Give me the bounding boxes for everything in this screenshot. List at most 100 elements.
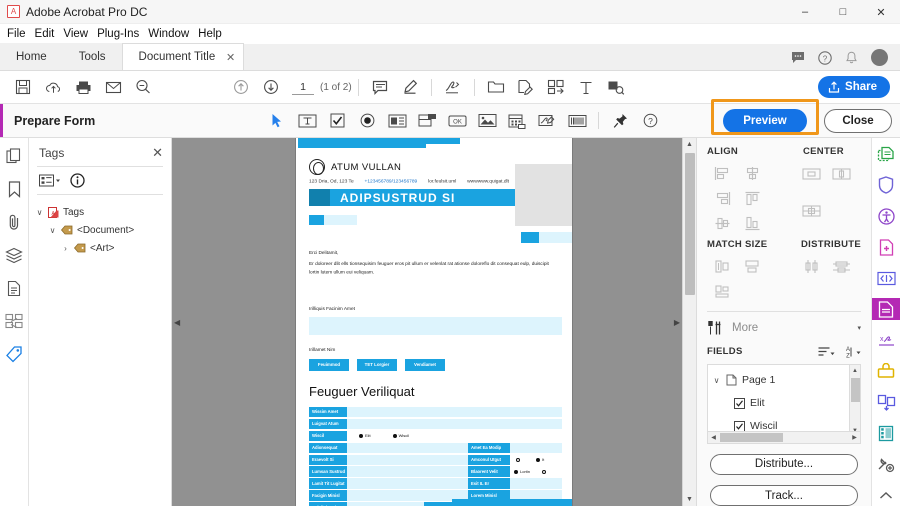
more-tools-icon[interactable] [873, 453, 900, 475]
export-pdf-icon[interactable] [541, 73, 571, 101]
chevron-down-icon[interactable]: ∨ [48, 226, 57, 235]
align-middle-vertical-icon[interactable] [707, 211, 737, 236]
chat-icon[interactable] [791, 51, 805, 64]
save-icon[interactable] [8, 73, 38, 101]
pdf-page[interactable]: ATUM VULLAN 123 Dria, Od, 123 Te +123456… [296, 138, 572, 506]
center-both-icon[interactable] [796, 199, 826, 224]
form-button[interactable]: Feuimmod [309, 359, 349, 371]
share-button[interactable]: Share [818, 76, 890, 98]
menu-window[interactable]: Window [148, 26, 198, 42]
checkbox-option[interactable]: Elit [359, 433, 371, 438]
avatar[interactable] [871, 49, 888, 66]
add-text-icon[interactable] [571, 73, 601, 101]
close-icon[interactable]: ✕ [226, 51, 235, 64]
layers-icon[interactable] [3, 244, 25, 266]
align-top-icon[interactable] [737, 186, 767, 211]
list-box-icon[interactable] [382, 108, 412, 134]
track-button[interactable]: Track... [710, 485, 858, 506]
table-row[interactable]: Wiscil Elit Wiscil [309, 431, 562, 442]
table-row[interactable]: Eraevolt Si Amconul Utgut It [309, 455, 562, 466]
date-field-icon[interactable] [502, 108, 532, 134]
bell-icon[interactable] [845, 51, 858, 65]
table-row[interactable]: Wissim Amet [309, 407, 562, 418]
fields-tree-item[interactable]: Elit [712, 392, 856, 415]
tab-document-title[interactable]: Document Title ✕ [122, 43, 245, 70]
match-width-icon[interactable] [707, 254, 737, 279]
fill-and-sign-icon[interactable]: x [873, 329, 900, 351]
create-pdf-icon[interactable] [873, 143, 900, 165]
fields-tree-vertical-scrollbar[interactable]: ▲ ▼ [849, 365, 860, 437]
attachments-icon[interactable] [3, 211, 25, 233]
options-menu-icon[interactable] [39, 174, 61, 188]
form-button[interactable]: TET Lorgier [357, 359, 397, 371]
chevron-up-icon[interactable] [873, 484, 900, 506]
table-row[interactable]: Lamit Tit Lugitat Esit IL Er [309, 478, 562, 489]
page-thumbnails-icon[interactable] [3, 145, 25, 167]
document-view[interactable]: ◀ ATUM VULLAN 123 Dria, Od, 123 Te [172, 138, 696, 506]
table-row[interactable]: Luigvat Atum [309, 419, 562, 430]
align-center-horizontal-icon[interactable] [737, 161, 767, 186]
protect-icon[interactable] [873, 174, 900, 196]
table-value-field[interactable] [347, 407, 562, 418]
center-vertically-icon[interactable] [826, 161, 856, 186]
help-icon[interactable]: ? [818, 51, 832, 65]
signature-field-icon[interactable] [532, 108, 562, 134]
radio-option[interactable] [542, 470, 546, 474]
text-field-icon[interactable] [292, 108, 322, 134]
tags-tree-item[interactable]: › <Art> [35, 239, 165, 257]
redact-icon[interactable] [601, 73, 631, 101]
select-object-icon[interactable] [262, 108, 292, 134]
tab-tools[interactable]: Tools [63, 43, 122, 70]
minimize-button[interactable]: – [786, 0, 824, 24]
distribute-horizontally-icon[interactable] [826, 254, 856, 279]
stamp-icon[interactable] [873, 360, 900, 382]
bookmarks-icon[interactable] [3, 178, 25, 200]
scrollbar-thumb[interactable] [851, 378, 860, 402]
align-right-icon[interactable] [707, 186, 737, 211]
chevron-right-icon[interactable]: › [61, 244, 70, 253]
prepare-form-icon[interactable] [872, 298, 900, 320]
scroll-left-icon[interactable]: ◀ [708, 434, 719, 441]
chevron-down-icon[interactable]: ▾ [857, 324, 861, 332]
menu-view[interactable]: View [63, 26, 97, 42]
table-row[interactable]: Lumsan Sustrud Blaorent Velit Lortin [309, 466, 562, 477]
javascript-icon[interactable] [873, 267, 900, 289]
checkbox-option[interactable]: Wiscil [393, 433, 409, 438]
comment-icon[interactable] [365, 73, 395, 101]
document-scrollbar[interactable]: ▲ ▼ [682, 138, 696, 506]
table-value-field[interactable] [347, 419, 562, 430]
accessibility-icon[interactable] [873, 205, 900, 227]
accessibility-tags-icon[interactable] [3, 310, 25, 332]
fields-tree-item[interactable]: ∨ Page 1 [712, 369, 856, 392]
scroll-up-icon[interactable]: ▲ [683, 138, 696, 151]
pin-icon[interactable] [605, 108, 635, 134]
sort-alphabetical-icon[interactable]: AZ [845, 345, 861, 359]
fields-tree-horizontal-scrollbar[interactable]: ◀ ▶ [708, 431, 860, 443]
distribute-button[interactable]: Distribute... [710, 454, 858, 475]
radio-button-icon[interactable] [352, 108, 382, 134]
radio-option[interactable]: Lortin [514, 469, 530, 474]
compare-files-icon[interactable] [873, 391, 900, 413]
close-icon[interactable]: ✕ [152, 145, 163, 161]
scrollbar-thumb[interactable] [720, 433, 783, 442]
menu-help[interactable]: Help [198, 26, 231, 42]
match-both-icon[interactable] [707, 279, 737, 304]
search-icon[interactable] [128, 73, 158, 101]
radio-option[interactable] [516, 458, 520, 462]
align-left-icon[interactable] [707, 161, 737, 186]
rich-media-icon[interactable] [873, 422, 900, 444]
highlight-icon[interactable] [395, 73, 425, 101]
chevron-down-icon[interactable]: ∨ [712, 376, 721, 385]
table-row[interactable]: Adionsequat Amet Ea Modip [309, 443, 562, 454]
expand-right-panel-icon[interactable]: ▶ [674, 318, 680, 327]
open-folder-icon[interactable] [481, 73, 511, 101]
email-icon[interactable] [98, 73, 128, 101]
fields-tree[interactable]: ∨ Page 1 Elit [707, 364, 861, 444]
button-icon[interactable]: OK [442, 108, 472, 134]
print-icon[interactable] [68, 73, 98, 101]
menu-file[interactable]: File [7, 26, 35, 42]
scroll-right-icon[interactable]: ▶ [849, 434, 860, 441]
form-button[interactable]: Vendiamet [405, 359, 445, 371]
sort-order-icon[interactable] [818, 346, 835, 358]
barcode-icon[interactable] [562, 108, 592, 134]
